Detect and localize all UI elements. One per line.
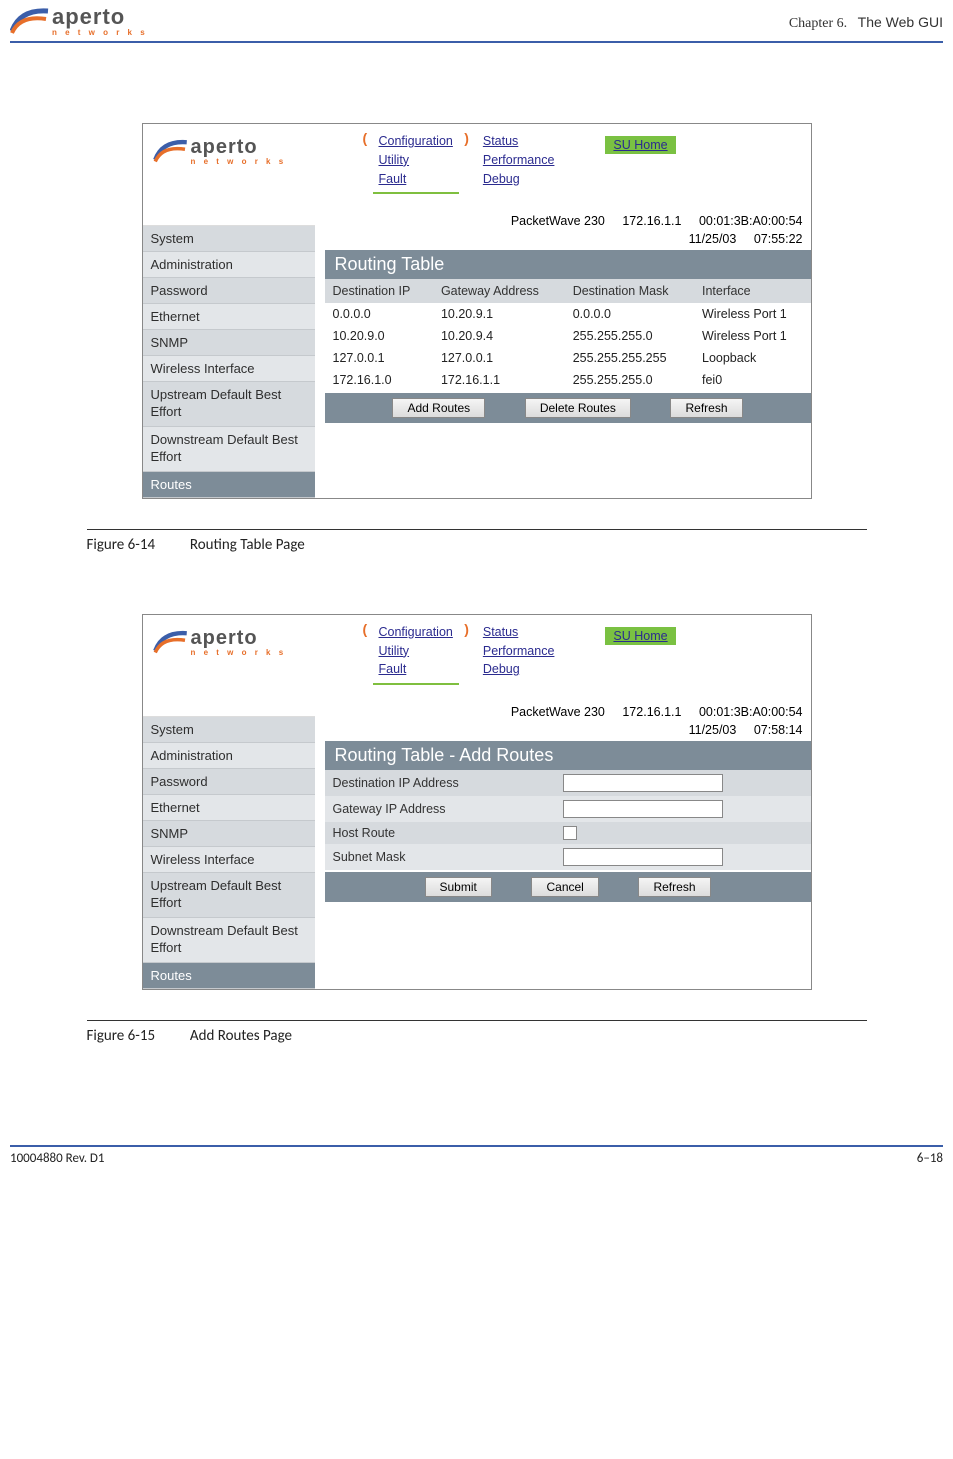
refresh-button[interactable]: Refresh (638, 877, 710, 897)
col-interface: Interface (694, 279, 811, 303)
footer-rev: 10004880 Rev. D1 (10, 1151, 105, 1166)
bracket-left-icon: ( (363, 130, 368, 146)
input-gateway-ip[interactable] (563, 800, 723, 818)
sidebar-item-routes[interactable]: Routes (143, 963, 315, 989)
input-dest-ip[interactable] (563, 774, 723, 792)
sidebar-item-ethernet[interactable]: Ethernet (143, 795, 315, 821)
nav-group-1: ( Configuration Utility Fault ) (373, 623, 459, 685)
nav-group-2: Status Performance Debug (477, 132, 561, 194)
sidebar-item-routes[interactable]: Routes (143, 472, 315, 498)
button-bar: Submit Cancel Refresh (325, 872, 811, 902)
sidebar-item-administration[interactable]: Administration (143, 743, 315, 769)
sidebar-item-downstream[interactable]: Downstream Default Best Effort (143, 427, 315, 472)
label-subnet-mask: Subnet Mask (333, 850, 563, 864)
sidebar: System Administration Password Ethernet … (143, 212, 315, 498)
input-subnet-mask[interactable] (563, 848, 723, 866)
sidebar-item-wireless[interactable]: Wireless Interface (143, 847, 315, 873)
delete-routes-button[interactable]: Delete Routes (525, 398, 631, 418)
footer-page: 6–18 (917, 1151, 943, 1166)
sidebar-item-upstream[interactable]: Upstream Default Best Effort (143, 382, 315, 427)
sidebar-item-downstream[interactable]: Downstream Default Best Effort (143, 918, 315, 963)
bracket-left-icon: ( (363, 621, 368, 637)
nav-fault[interactable]: Fault (379, 660, 453, 679)
doc-footer: 10004880 Rev. D1 6–18 (10, 1145, 943, 1186)
bracket-right-icon: ) (464, 130, 469, 146)
nav-configuration[interactable]: Configuration (379, 623, 453, 642)
sidebar-item-upstream[interactable]: Upstream Default Best Effort (143, 873, 315, 918)
checkbox-host-route[interactable] (563, 826, 577, 840)
screenshot-add-routes: aperto n e t w o r k s ( Configuration U… (142, 614, 812, 990)
sidebar-item-snmp[interactable]: SNMP (143, 821, 315, 847)
nav-utility[interactable]: Utility (379, 151, 453, 170)
label-host-route: Host Route (333, 826, 563, 840)
button-bar: Add Routes Delete Routes Refresh (325, 393, 811, 423)
sidebar-item-system[interactable]: System (143, 226, 315, 252)
sidebar-item-administration[interactable]: Administration (143, 252, 315, 278)
nav-group-2: Status Performance Debug (477, 623, 561, 685)
col-dest-ip: Destination IP (325, 279, 433, 303)
nav-configuration[interactable]: Configuration (379, 132, 453, 151)
su-home-link[interactable]: SU Home (605, 136, 675, 154)
nav-performance[interactable]: Performance (483, 151, 555, 170)
nav-group-1: ( Configuration Utility Fault ) (373, 132, 459, 194)
label-gateway-ip: Gateway IP Address (333, 802, 563, 816)
doc-logo: aperto n e t w o r k s (10, 4, 148, 37)
aperto-swoosh-icon (153, 137, 189, 165)
nav-performance[interactable]: Performance (483, 642, 555, 661)
doc-logo-text: aperto n e t w o r k s (52, 4, 148, 37)
add-routes-form: Destination IP Address Gateway IP Addres… (325, 770, 811, 870)
label-dest-ip: Destination IP Address (333, 776, 563, 790)
timestamp-line: 11/25/03 07:55:22 (325, 230, 811, 248)
app-logo: aperto n e t w o r k s (153, 132, 313, 166)
aperto-swoosh-icon (153, 628, 189, 656)
panel-title: Routing Table (325, 250, 811, 279)
aperto-swoosh-icon (10, 5, 50, 37)
sidebar-item-password[interactable]: Password (143, 769, 315, 795)
col-mask: Destination Mask (565, 279, 694, 303)
add-routes-button[interactable]: Add Routes (392, 398, 485, 418)
table-row: 0.0.0.010.20.9.10.0.0.0Wireless Port 1 (325, 303, 811, 325)
nav-status[interactable]: Status (483, 132, 555, 151)
sidebar-item-wireless[interactable]: Wireless Interface (143, 356, 315, 382)
nav-debug[interactable]: Debug (483, 660, 555, 679)
figure-caption-2: Figure 6-15 Add Routes Page (87, 1020, 867, 1045)
submit-button[interactable]: Submit (425, 877, 492, 897)
cancel-button[interactable]: Cancel (531, 877, 598, 897)
device-info-line: PacketWave 230 172.16.1.1 00:01:3B:A0:00… (325, 703, 811, 721)
table-row: 172.16.1.0172.16.1.1255.255.255.0fei0 (325, 369, 811, 391)
panel-title: Routing Table - Add Routes (325, 741, 811, 770)
su-home-link[interactable]: SU Home (605, 627, 675, 645)
nav-status[interactable]: Status (483, 623, 555, 642)
app-logo: aperto n e t w o r k s (153, 623, 313, 657)
sidebar-item-password[interactable]: Password (143, 278, 315, 304)
nav-utility[interactable]: Utility (379, 642, 453, 661)
doc-header: aperto n e t w o r k s Chapter 6. The We… (10, 0, 943, 43)
table-row: 127.0.0.1127.0.0.1255.255.255.255Loopbac… (325, 347, 811, 369)
table-row: 10.20.9.010.20.9.4255.255.255.0Wireless … (325, 325, 811, 347)
screenshot-routing-table: aperto n e t w o r k s ( Configuration U… (142, 123, 812, 499)
nav-debug[interactable]: Debug (483, 170, 555, 189)
sidebar-item-ethernet[interactable]: Ethernet (143, 304, 315, 330)
bracket-right-icon: ) (464, 621, 469, 637)
sidebar-item-snmp[interactable]: SNMP (143, 330, 315, 356)
sidebar: System Administration Password Ethernet … (143, 703, 315, 989)
chapter-label: Chapter 6. The Web GUI (789, 4, 943, 32)
device-info-line: PacketWave 230 172.16.1.1 00:01:3B:A0:00… (325, 212, 811, 230)
timestamp-line: 11/25/03 07:58:14 (325, 721, 811, 739)
refresh-button[interactable]: Refresh (670, 398, 742, 418)
sidebar-item-system[interactable]: System (143, 717, 315, 743)
col-gateway: Gateway Address (433, 279, 565, 303)
figure-caption-1: Figure 6-14 Routing Table Page (87, 529, 867, 554)
nav-fault[interactable]: Fault (379, 170, 453, 189)
routes-table: Destination IP Gateway Address Destinati… (325, 279, 811, 391)
